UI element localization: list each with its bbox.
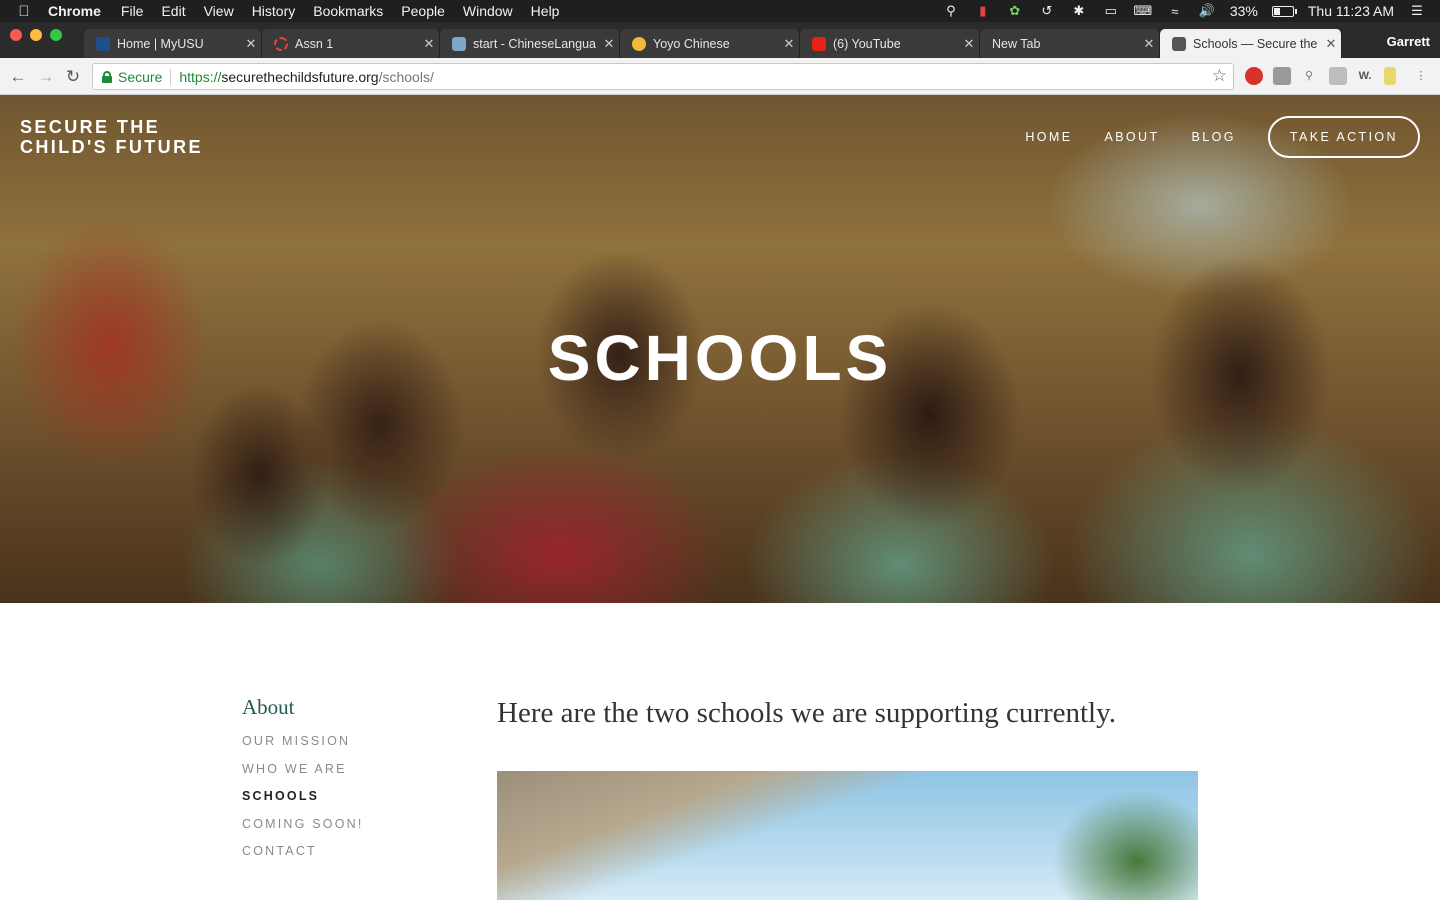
hero-banner-image: SECURE THE CHILD'S FUTURE HOME ABOUT BLO… bbox=[0, 95, 1440, 603]
apple-menu-icon[interactable]:  bbox=[0, 3, 48, 20]
window-controls bbox=[10, 29, 62, 41]
keyboard-icon[interactable]: ⌨ bbox=[1133, 3, 1152, 18]
site-favicon-icon bbox=[1172, 36, 1186, 51]
take-action-button[interactable]: TAKE ACTION bbox=[1267, 116, 1420, 158]
menubar-clock[interactable]: Thu 11:23 AM bbox=[1308, 3, 1394, 19]
page-title: SCHOOLS bbox=[547, 322, 893, 394]
sidebar-item-coming-soon[interactable]: COMING SOON! bbox=[242, 817, 364, 845]
omnibox-divider bbox=[170, 68, 172, 85]
leaf-app-icon[interactable]: ✿ bbox=[1006, 3, 1024, 18]
site-title-logo[interactable]: SECURE THE CHILD'S FUTURE bbox=[20, 117, 203, 157]
nav-home-link[interactable]: HOME bbox=[1025, 130, 1072, 144]
menu-file[interactable]: File bbox=[121, 3, 144, 19]
tab-youtube[interactable]: (6) YouTube ✕ bbox=[800, 29, 980, 58]
puzzle-extension-icon[interactable] bbox=[1329, 67, 1347, 85]
message-extension-icon[interactable] bbox=[1273, 67, 1291, 85]
wifi-icon[interactable]: ≈ bbox=[1166, 4, 1184, 19]
tab-strip: Home | MyUSU ✕ Assn 1 ✕ start - ChineseL… bbox=[0, 22, 1440, 58]
close-tab-icon[interactable]: ✕ bbox=[599, 36, 619, 52]
yoyo-favicon-icon bbox=[632, 36, 646, 51]
spotlight-search-icon[interactable]: ⚲ bbox=[942, 3, 960, 18]
sidebar-item-schools[interactable]: SCHOOLS bbox=[242, 789, 364, 817]
school-photo bbox=[497, 771, 1198, 900]
sidebar-item-who-we-are[interactable]: WHO WE ARE bbox=[242, 762, 364, 790]
myusu-favicon-icon bbox=[96, 36, 110, 51]
notification-center-icon[interactable]: ☰ bbox=[1408, 3, 1426, 18]
assn-favicon-icon bbox=[274, 36, 288, 51]
about-sidebar: About OUR MISSION WHO WE ARE SCHOOLS COM… bbox=[242, 695, 364, 872]
browser-toolbar: ← → ↻ Secure https:// securethechildsfut… bbox=[0, 58, 1440, 95]
sidebar-item-our-mission[interactable]: OUR MISSION bbox=[242, 734, 364, 762]
close-tab-icon[interactable]: ✕ bbox=[1321, 36, 1341, 52]
menu-view[interactable]: View bbox=[204, 3, 234, 19]
close-tab-icon[interactable]: ✕ bbox=[959, 36, 979, 52]
bluetooth-icon[interactable]: ✱ bbox=[1070, 3, 1088, 18]
tab-title: Assn 1 bbox=[295, 36, 334, 51]
lock-icon bbox=[102, 70, 112, 83]
menu-window[interactable]: Window bbox=[463, 3, 513, 19]
menu-edit[interactable]: Edit bbox=[161, 3, 185, 19]
address-bar[interactable]: Secure https:// securethechildsfuture.or… bbox=[92, 63, 1234, 90]
search-extension-icon[interactable]: ⚲ bbox=[1300, 67, 1318, 85]
tab-title: (6) YouTube bbox=[833, 36, 901, 51]
tab-myusu[interactable]: Home | MyUSU ✕ bbox=[84, 29, 262, 58]
menu-history[interactable]: History bbox=[252, 3, 296, 19]
youtube-favicon-icon bbox=[812, 36, 826, 51]
close-tab-icon[interactable]: ✕ bbox=[419, 36, 439, 52]
highlighter-extension-icon[interactable] bbox=[1384, 67, 1396, 85]
reload-icon[interactable]: ↻ bbox=[63, 67, 83, 87]
airplay-icon[interactable]: ▭ bbox=[1102, 3, 1120, 18]
battery-icon[interactable] bbox=[1271, 5, 1297, 17]
macos-menubar:  Chrome File Edit View History Bookmark… bbox=[0, 0, 1440, 22]
battery-percent[interactable]: 33% bbox=[1230, 3, 1258, 19]
bookmark-star-icon[interactable]: ☆ bbox=[1212, 66, 1227, 86]
secure-label: Secure bbox=[118, 68, 163, 85]
site-title-line2: CHILD'S FUTURE bbox=[20, 137, 203, 157]
profile-button[interactable]: Garrett bbox=[1387, 34, 1430, 49]
tab-title: Schools — Secure the bbox=[1193, 36, 1318, 51]
wiki-favicon-icon bbox=[452, 36, 466, 51]
sidebar-item-contact[interactable]: CONTACT bbox=[242, 844, 364, 872]
volume-icon[interactable]: 🔊 bbox=[1198, 3, 1216, 18]
adblock-extension-icon[interactable] bbox=[1245, 67, 1263, 85]
menu-people[interactable]: People bbox=[401, 3, 445, 19]
close-tab-icon[interactable]: ✕ bbox=[779, 36, 799, 52]
close-tab-icon[interactable]: ✕ bbox=[241, 36, 261, 52]
close-window-button[interactable] bbox=[10, 29, 22, 41]
url-path: /schools/ bbox=[378, 68, 434, 85]
tab-title: Yoyo Chinese bbox=[653, 36, 730, 51]
tab-assn1[interactable]: Assn 1 ✕ bbox=[262, 29, 440, 58]
minimize-window-button[interactable] bbox=[30, 29, 42, 41]
close-tab-icon[interactable]: ✕ bbox=[1139, 36, 1159, 52]
forward-arrow-icon[interactable]: → bbox=[36, 67, 56, 87]
word-extension-icon[interactable]: W. bbox=[1356, 67, 1374, 85]
sidebar-heading[interactable]: About bbox=[242, 695, 364, 720]
menu-app-name[interactable]: Chrome bbox=[48, 3, 101, 19]
web-page: SECURE THE CHILD'S FUTURE HOME ABOUT BLO… bbox=[0, 95, 1440, 900]
tab-title: start - ChineseLangua bbox=[473, 36, 596, 51]
site-navigation: HOME ABOUT BLOG TAKE ACTION bbox=[993, 116, 1420, 158]
chrome-menu-icon[interactable]: ⋮ bbox=[1412, 67, 1430, 85]
tab-title: Home | MyUSU bbox=[117, 36, 204, 51]
bookmark-app-icon[interactable]: ▮ bbox=[974, 3, 992, 18]
menu-bookmarks[interactable]: Bookmarks bbox=[313, 3, 383, 19]
nav-blog-link[interactable]: BLOG bbox=[1192, 130, 1236, 144]
site-title-line1: SECURE THE bbox=[20, 117, 161, 137]
tab-schools-active[interactable]: Schools — Secure the ✕ bbox=[1160, 29, 1342, 58]
time-machine-icon[interactable]: ↺ bbox=[1038, 3, 1056, 18]
url-protocol: https:// bbox=[179, 68, 222, 85]
tab-yoyo-chinese[interactable]: Yoyo Chinese ✕ bbox=[620, 29, 800, 58]
back-arrow-icon[interactable]: ← bbox=[8, 67, 28, 87]
fullscreen-window-button[interactable] bbox=[50, 29, 62, 41]
url-host: securethechildsfuture.org bbox=[221, 68, 379, 85]
intro-text: Here are the two schools we are supporti… bbox=[497, 697, 1116, 729]
tab-title: New Tab bbox=[992, 36, 1041, 51]
tab-new-tab[interactable]: New Tab ✕ bbox=[980, 29, 1160, 58]
tab-chineselanguage[interactable]: start - ChineseLangua ✕ bbox=[440, 29, 620, 58]
menu-help[interactable]: Help bbox=[531, 3, 560, 19]
nav-about-link[interactable]: ABOUT bbox=[1104, 130, 1159, 144]
